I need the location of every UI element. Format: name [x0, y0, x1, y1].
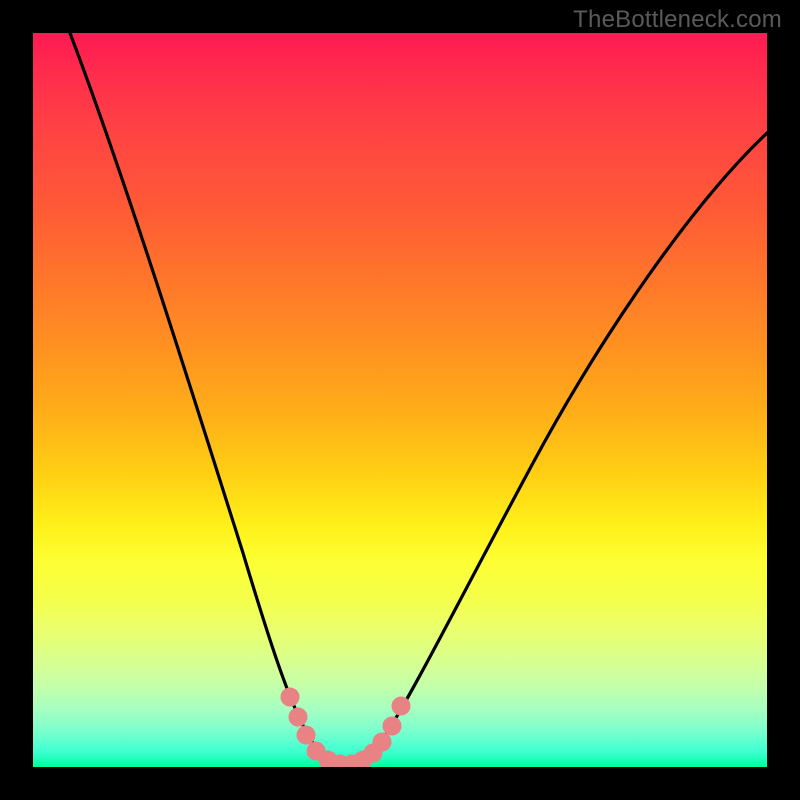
- curve-marker: [392, 697, 410, 715]
- curve-marker: [297, 726, 315, 744]
- watermark-text: TheBottleneck.com: [573, 6, 782, 34]
- bottleneck-curve: [70, 33, 767, 765]
- curve-marker: [281, 688, 299, 706]
- curve-marker: [373, 733, 391, 751]
- bottleneck-curve-svg: [33, 33, 767, 767]
- curve-marker: [383, 717, 401, 735]
- curve-markers: [281, 688, 410, 767]
- plot-area: [33, 33, 767, 767]
- chart-frame: TheBottleneck.com: [0, 0, 800, 800]
- curve-marker: [289, 708, 307, 726]
